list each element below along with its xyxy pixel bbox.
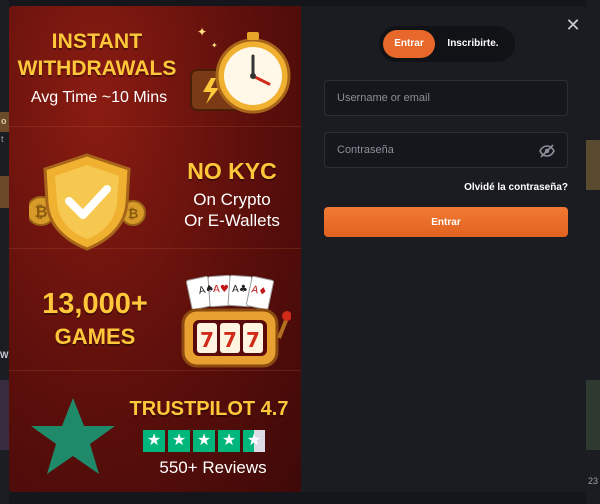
games-label: GAMES bbox=[54, 324, 136, 349]
star-icon: ★ bbox=[193, 430, 215, 452]
svg-text:₿: ₿ bbox=[34, 202, 47, 221]
svg-text:✦: ✦ bbox=[197, 25, 207, 39]
withdrawals-title-line2: WITHDRAWALS bbox=[17, 57, 177, 80]
backdrop-text: W bbox=[0, 350, 9, 360]
star-icon: ★ bbox=[143, 430, 165, 452]
login-submit-button[interactable]: Entrar bbox=[324, 207, 568, 237]
svg-text:₿: ₿ bbox=[128, 207, 139, 222]
backdrop-left-strip bbox=[0, 0, 9, 504]
kyc-line2: Or E-Wallets bbox=[184, 211, 280, 230]
star-icon: ★ bbox=[168, 430, 190, 452]
svg-text:✦: ✦ bbox=[211, 41, 218, 50]
backdrop-thumbnail bbox=[0, 380, 9, 450]
eye-off-icon[interactable] bbox=[539, 144, 555, 163]
login-modal: INSTANT WITHDRAWALS Avg Time ~10 Mins ✦ … bbox=[9, 6, 586, 492]
backdrop-right-strip bbox=[586, 0, 600, 504]
forgot-password-link[interactable]: Olvidé la contraseña? bbox=[429, 182, 568, 193]
shield-check-icon: ₿ ₿ bbox=[26, 151, 159, 256]
promo-panel: INSTANT WITHDRAWALS Avg Time ~10 Mins ✦ … bbox=[9, 6, 301, 492]
password-input[interactable] bbox=[325, 133, 567, 167]
svg-text:A♥: A♥ bbox=[213, 284, 229, 295]
backdrop-text: 23 bbox=[588, 476, 599, 486]
username-input[interactable] bbox=[325, 81, 567, 115]
password-field bbox=[324, 132, 568, 168]
trustpilot-title: TRUSTPILOT 4.7 bbox=[129, 398, 289, 420]
kyc-title: NO KYC bbox=[187, 158, 277, 184]
username-field bbox=[324, 80, 568, 116]
trustpilot-rating: ★ ★ ★ ★ ★ bbox=[143, 430, 265, 452]
backdrop-thumbnail bbox=[0, 176, 9, 208]
backdrop-thumbnail bbox=[586, 140, 600, 190]
backdrop-text: o bbox=[1, 116, 7, 126]
trustpilot-star-icon bbox=[27, 396, 119, 481]
stopwatch-wallet-icon: ✦ ✦ bbox=[187, 18, 297, 128]
games-count: 13,000+ bbox=[42, 288, 148, 320]
close-icon[interactable]: ✕ bbox=[565, 16, 581, 34]
backdrop-text: t bbox=[1, 134, 4, 144]
svg-text:A♣: A♣ bbox=[232, 284, 248, 295]
backdrop-thumbnail bbox=[586, 380, 600, 450]
withdrawals-subtitle: Avg Time ~10 Mins bbox=[30, 89, 168, 106]
slot-machine-icon: A♠ A♥ A♣ A♦ 7 7 7 bbox=[179, 274, 292, 375]
withdrawals-title-line1: INSTANT bbox=[51, 30, 143, 53]
kyc-line1: On Crypto bbox=[193, 190, 271, 209]
svg-text:7: 7 bbox=[223, 328, 237, 352]
trustpilot-reviews: 550+ Reviews bbox=[159, 458, 267, 477]
svg-text:7: 7 bbox=[246, 328, 260, 352]
half-star-icon: ★ bbox=[243, 430, 265, 452]
tab-login[interactable]: Entrar bbox=[383, 30, 435, 58]
svg-text:7: 7 bbox=[200, 328, 214, 352]
tab-signup[interactable]: Inscribirte. bbox=[435, 30, 511, 58]
auth-tabs: Entrar Inscribirte. bbox=[379, 26, 515, 62]
star-icon: ★ bbox=[218, 430, 240, 452]
